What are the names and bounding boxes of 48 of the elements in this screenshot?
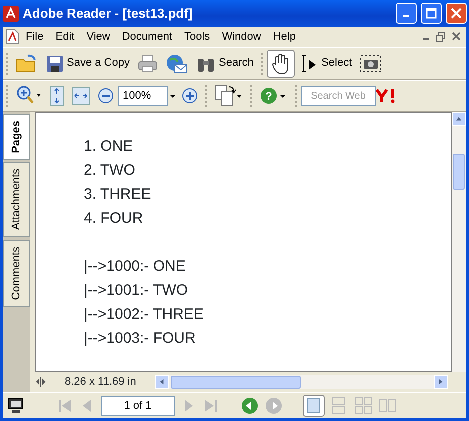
zoom-field[interactable]: 100%: [118, 86, 168, 106]
menu-item[interactable]: File: [20, 28, 50, 46]
restore-icon[interactable]: [436, 32, 446, 42]
side-tab[interactable]: Pages: [3, 114, 30, 160]
menu-item[interactable]: View: [80, 28, 116, 46]
split-icon[interactable]: [35, 376, 47, 388]
scroll-left-icon[interactable]: [155, 375, 169, 389]
back-icon[interactable]: [241, 396, 259, 414]
app-logo-icon: [3, 6, 19, 22]
menu-item[interactable]: Document: [116, 28, 178, 46]
list-item-text: 2. TWO: [84, 161, 136, 181]
mapping-line-text: |-->1000:- ONE: [84, 257, 187, 277]
page-size-text: 8.26 x 11.69 in: [64, 374, 138, 390]
horizontal-scrollbar[interactable]: [155, 375, 448, 389]
mapping-line-text: |-->1002:- THREE: [84, 305, 205, 325]
menu-item[interactable]: Help: [267, 28, 302, 46]
scroll-thumb[interactable]: [171, 376, 301, 388]
maximize-icon: [426, 8, 437, 19]
maximize-button[interactable]: [421, 3, 442, 24]
menu-item[interactable]: Tools: [178, 28, 216, 46]
page-number-field[interactable]: 1 of 1: [101, 396, 175, 416]
scroll-up-icon[interactable]: [452, 112, 466, 126]
scroll-thumb[interactable]: [453, 154, 465, 190]
search-web-field[interactable]: Search Web: [301, 86, 376, 106]
select-tool-button[interactable]: Select: [294, 50, 356, 76]
mapping-line-text: |-->1003:- FOUR: [84, 329, 197, 349]
minimize-button[interactable]: [396, 3, 417, 24]
single-page-button[interactable]: [303, 394, 325, 416]
document-icon: [6, 29, 20, 45]
close-icon: [451, 8, 462, 19]
window-title: Adobe Reader - [test13.pdf]: [23, 4, 194, 23]
list-item-text: 3. THREE: [84, 185, 152, 205]
hand-tool-button[interactable]: [266, 50, 295, 78]
monitor-icon[interactable]: [7, 396, 25, 414]
list-item-text: 1. ONE: [84, 137, 134, 157]
side-tab[interactable]: Attachments: [3, 162, 30, 238]
save-a-copy-button[interactable]: Save a Copy: [42, 52, 134, 76]
help-button[interactable]: ?: [256, 83, 292, 109]
vertical-scrollbar[interactable]: [452, 112, 466, 372]
close-button[interactable]: [446, 3, 467, 24]
list-item-text: 4. FOUR: [84, 209, 144, 229]
mapping-line-text: |-->1001:- TWO: [84, 281, 190, 301]
search-button[interactable]: Search: [192, 52, 258, 76]
menu-item[interactable]: Window: [216, 28, 268, 46]
menu-item[interactable]: Edit: [50, 28, 81, 46]
close-icon[interactable]: [452, 32, 460, 41]
side-tab[interactable]: Comments: [3, 240, 30, 307]
scroll-right-icon[interactable]: [434, 375, 448, 389]
